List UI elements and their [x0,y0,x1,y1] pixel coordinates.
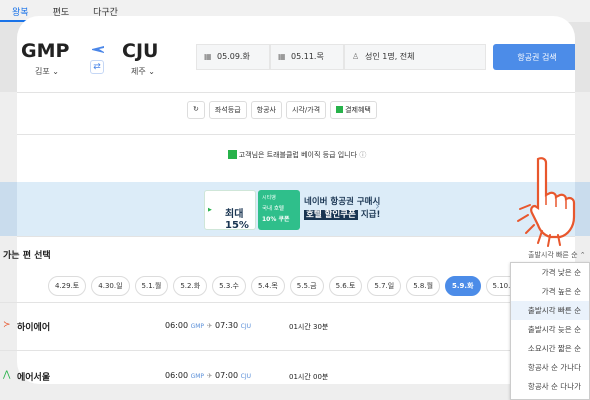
coupon-card: 시티뱅 국내 호텔 10% 쿠폰 [258,190,300,230]
divider [0,302,590,303]
sort-dropdown-menu: 가격 낮은 순 가격 높은 순 출발시각 빠른 순 출발시각 늦은 순 소요시간… [510,262,590,400]
sort-option[interactable]: 출발시각 늦은 순 [511,320,589,339]
date-chip[interactable]: 4.29.토 [48,276,87,296]
filter-payment-benefit[interactable]: 결제혜택 [330,101,377,119]
sort-option-selected[interactable]: 출발시각 빠른 순 [511,301,589,320]
banner-line2: 호텔 할인쿠폰 지급! [304,209,380,222]
divider [17,92,575,93]
date-chip[interactable]: 4.30.일 [91,276,130,296]
discount-tag: ▶ [208,207,212,213]
date-chip[interactable]: 5.4.목 [250,276,285,296]
plane-icon [92,46,104,53]
discount-card: 최대 15% ▶ [204,190,256,231]
date-chip[interactable]: 5.6.토 [328,276,363,296]
destination-code[interactable]: CJU [122,40,158,62]
date-chip[interactable]: 5.5.금 [289,276,324,296]
discount-text: 최대 15% [225,209,249,231]
calendar-icon: ▦ [278,52,286,61]
person-icon: ♙ [352,52,360,61]
flight-duration: 01시간 00분 [289,373,329,381]
coupon-line: 국내 호텔 [262,206,284,212]
date-chip[interactable]: 5.8.월 [406,276,441,296]
section-title: 가는 편 선택 [3,251,51,261]
depart-date-field[interactable]: ▦ 05.09.화 [196,44,270,70]
banner-text: 네이버 항공권 구매시 호텔 할인쿠폰 지급! [304,196,380,222]
banner-line1: 네이버 항공권 구매시 [304,197,381,207]
calendar-icon: ▦ [204,52,212,61]
promo-banner[interactable]: 최대 15% ▶ 시티뱅 국내 호텔 10% 쿠폰 네이버 항공권 구매시 호텔… [17,182,575,236]
sort-option[interactable]: 항공사 순 다나가 [511,377,589,396]
swap-icon[interactable]: ⇄ [90,60,104,74]
date-picker-strip: 4.29.토 4.30.일 5.1.월 5.2.화 5.3.수 5.4.목 5.… [48,276,524,296]
divider [17,134,575,135]
filter-bar: ↻ 좌석등급 항공사 시각/가격 결제혜택 [187,101,377,119]
flight-times: 06:00 GMP ✈ 07:00 CJU [165,371,251,380]
sort-dropdown-toggle[interactable]: 출발시각 빠른 순 ⌃ [528,250,586,260]
refresh-icon: ↻ [193,105,199,113]
membership-grade-notice: 고객님은 트래블클럽 베이직 등급 입니다 ⓘ [17,150,575,160]
route-selector: GMP 김포 ⌄ ⇄ CJU 제주 ⌄ [21,40,211,80]
banner-highlight: 호텔 할인쿠폰 [304,210,358,220]
airline-name: 에어서울 [17,373,51,383]
sort-option[interactable]: 소요시간 짧은 순 [511,339,589,358]
info-icon[interactable]: ⓘ [359,151,366,159]
date-chip[interactable]: 5.1.월 [134,276,169,296]
destination-city[interactable]: 제주 ⌄ [131,66,155,77]
date-chip[interactable]: 5.2.화 [173,276,208,296]
airline-logo-icon: ≻ [3,320,11,330]
coupon-sub: 10% 쿠폰 [262,216,290,223]
divider [17,236,575,237]
date-chip[interactable]: 5.7.일 [367,276,402,296]
filter-airline[interactable]: 항공사 [250,101,282,119]
membership-badge-icon [227,150,237,159]
search-button[interactable]: 항공권 검색 [493,44,575,70]
flight-duration: 01시간 30분 [289,323,329,331]
origin-code[interactable]: GMP [21,40,69,62]
sort-option[interactable]: 가격 낮은 순 [511,263,589,282]
flight-times: 06:00 GMP ✈ 07:30 CJU [165,321,251,330]
airline-logo-icon: ⋀ [3,370,11,380]
return-date-field[interactable]: ▦ 05.11.목 [270,44,344,70]
divider [0,350,590,351]
chevron-right-icon[interactable]: › [375,199,380,213]
pointing-hand-icon [517,157,576,247]
filter-seat-class[interactable]: 좌석등급 [208,101,247,119]
filter-time-price[interactable]: 시각/가격 [285,101,327,119]
coupon-title: 시티뱅 [262,195,276,201]
origin-city[interactable]: 김포 ⌄ [35,66,59,77]
sort-option[interactable]: 가격 높은 순 [511,282,589,301]
sort-option[interactable]: 항공사 순 가나다 [511,358,589,377]
date-chip[interactable]: 5.3.수 [212,276,246,296]
airline-name: 하이에어 [17,323,51,333]
npay-icon [336,106,344,113]
date-chip-selected[interactable]: 5.9.화 [445,276,481,296]
reset-filter-button[interactable]: ↻ [187,101,205,119]
passenger-field[interactable]: ♙ 성인 1명, 전체 [344,44,486,70]
